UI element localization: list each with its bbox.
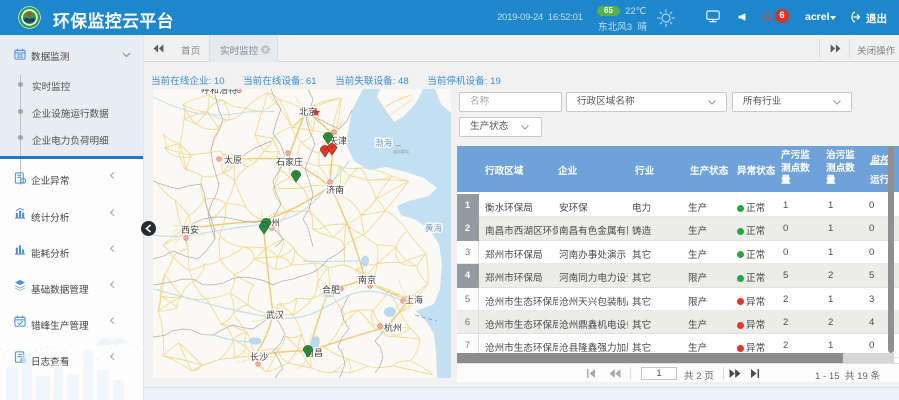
svg-text:武汉: 武汉 bbox=[266, 309, 284, 320]
svg-text:西安: 西安 bbox=[181, 224, 199, 235]
svg-text:上海: 上海 bbox=[405, 294, 423, 305]
svg-text:呼和浩特: 呼和浩特 bbox=[201, 89, 237, 95]
svg-text:庙岛群岛: 庙岛群岛 bbox=[393, 148, 409, 154]
svg-text:长沙: 长沙 bbox=[250, 351, 268, 362]
svg-text:黄海: 黄海 bbox=[425, 223, 443, 233]
svg-text:合肥: 合肥 bbox=[322, 284, 340, 295]
svg-text:石家庄: 石家庄 bbox=[276, 156, 303, 167]
svg-text:太原: 太原 bbox=[224, 154, 242, 165]
svg-text:济南: 济南 bbox=[326, 184, 344, 195]
svg-text:渤海: 渤海 bbox=[375, 138, 393, 148]
svg-text:南京: 南京 bbox=[358, 274, 376, 285]
svg-text:杭州: 杭州 bbox=[384, 322, 402, 333]
